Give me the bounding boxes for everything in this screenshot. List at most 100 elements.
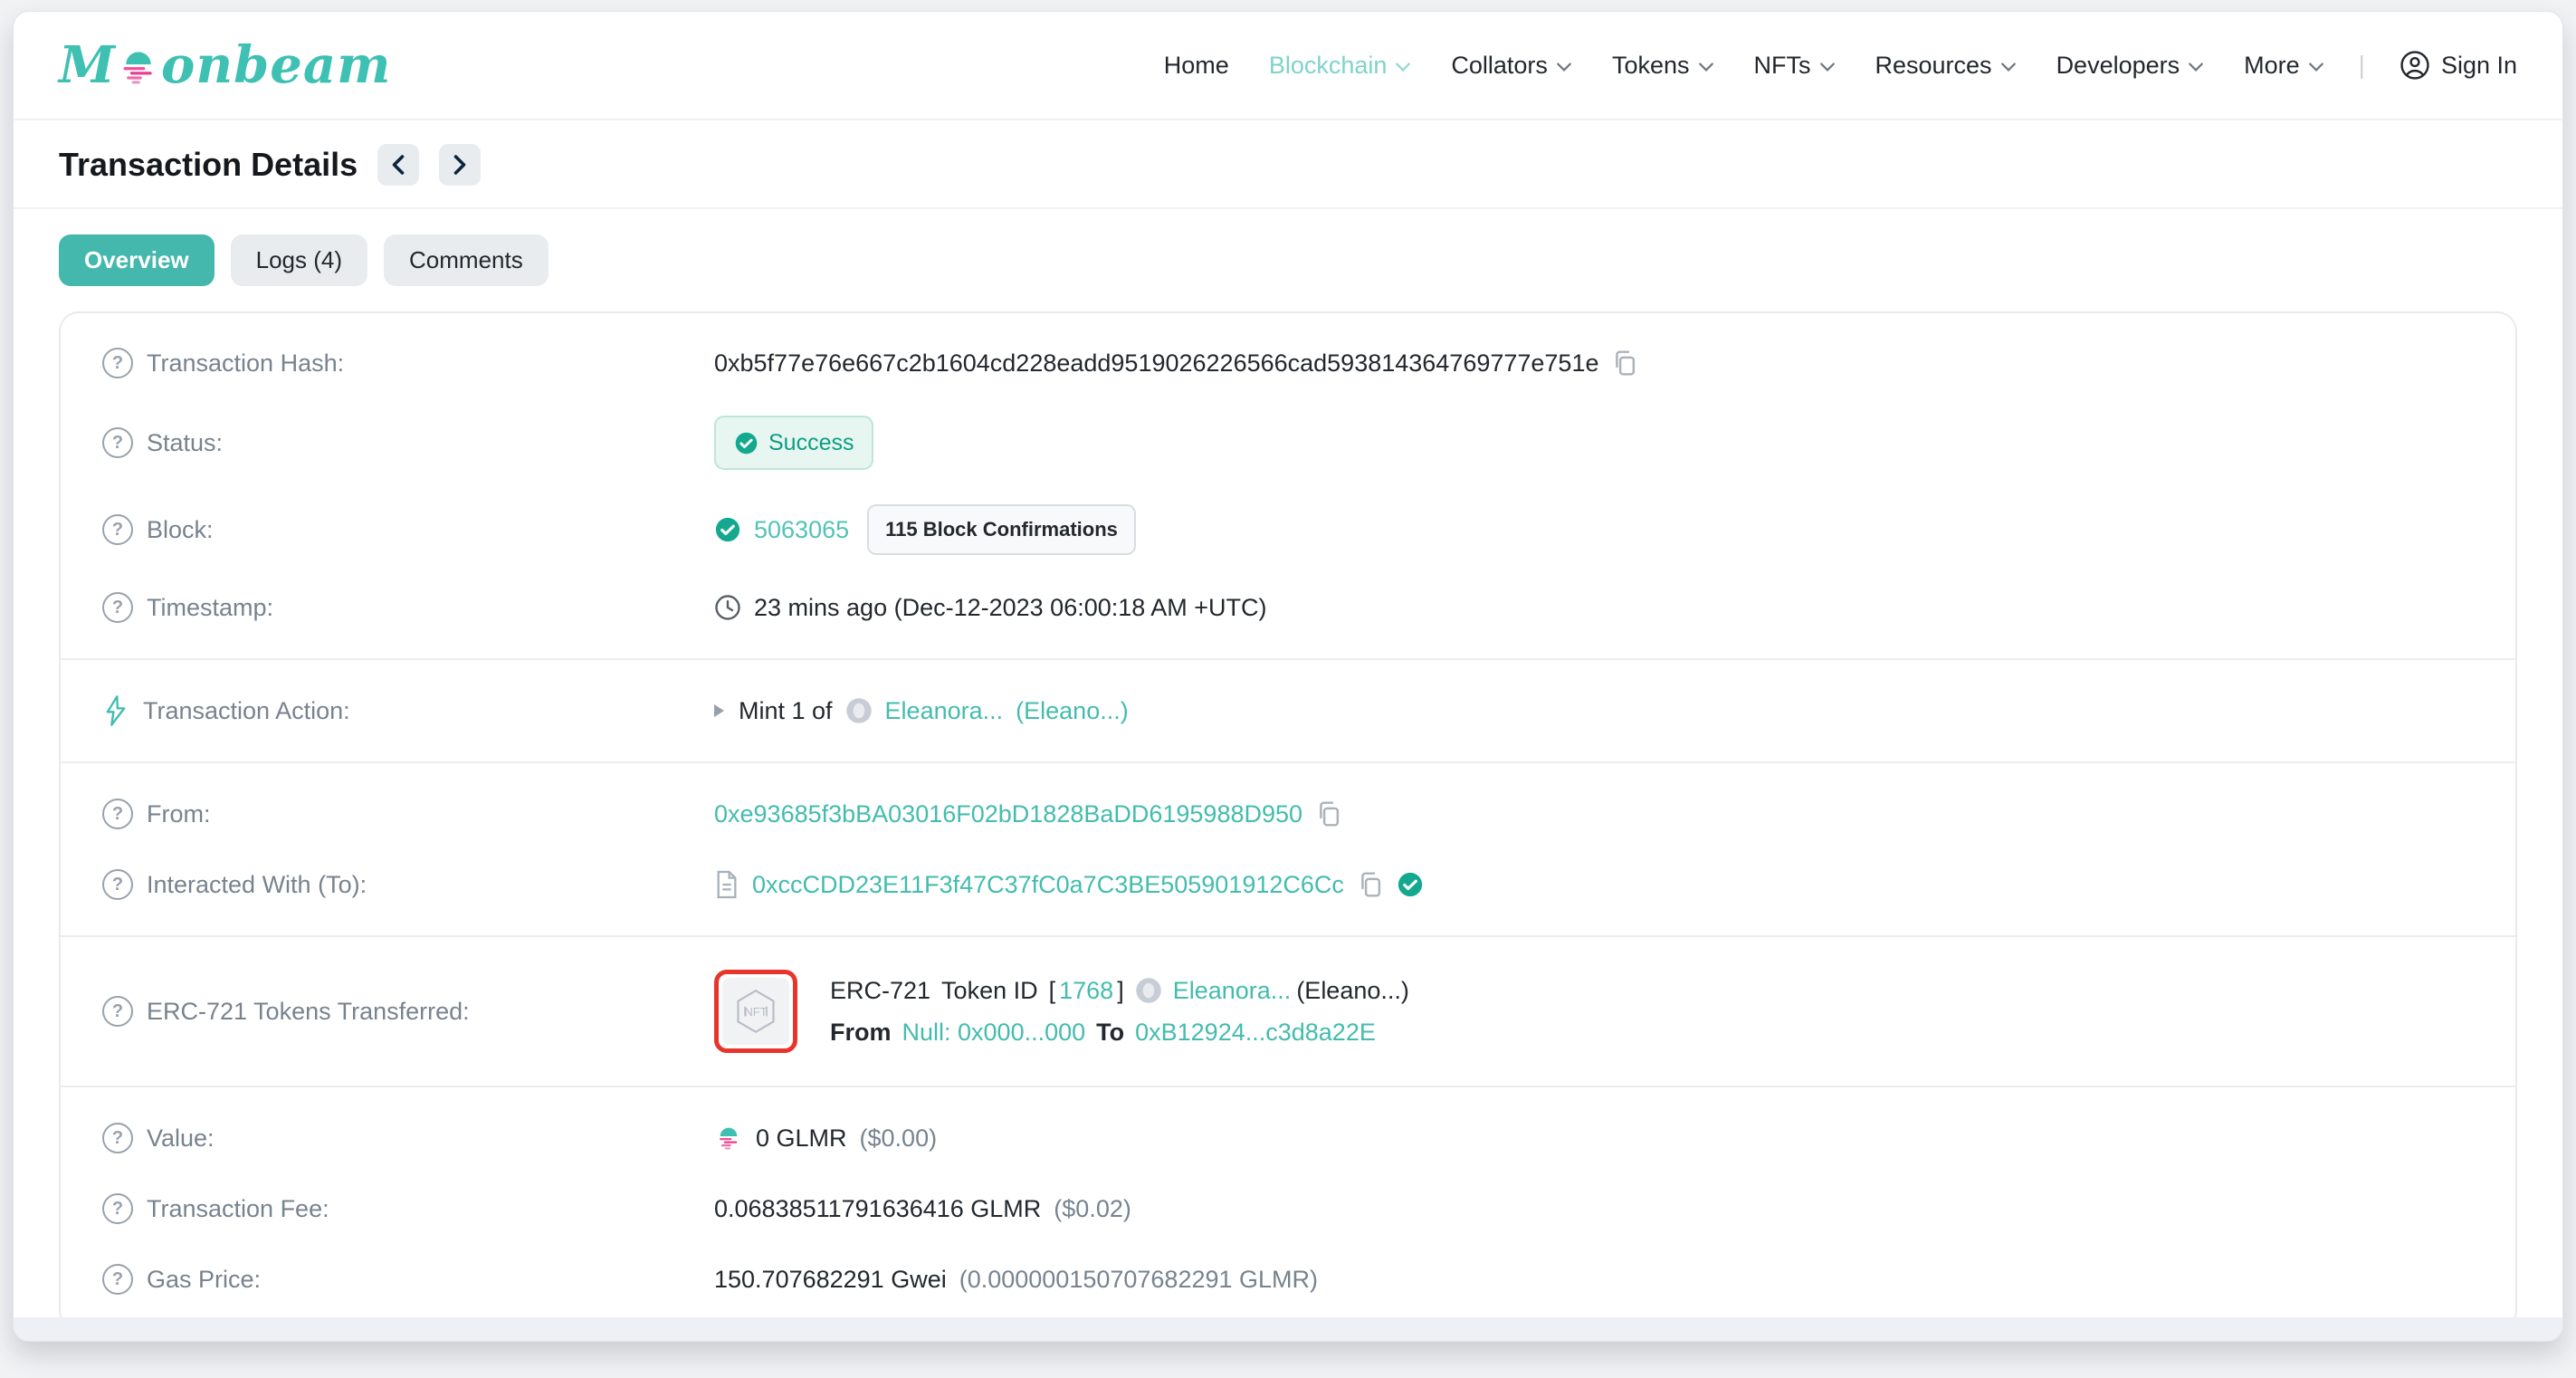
chevron-down-icon xyxy=(1698,62,1714,72)
row-value: 23 mins ago (Dec-12-2023 06:00:18 AM +UT… xyxy=(714,589,1267,626)
nav-blockchain[interactable]: Blockchain xyxy=(1269,52,1412,80)
row-label: Transaction Action: xyxy=(102,693,714,729)
moonrise-logo-icon xyxy=(118,46,159,86)
row-value: 0.06838511791636416 GLMR ($0.02) xyxy=(714,1191,1131,1227)
row-value: 150.707682291 Gwei (0.000000150707682291… xyxy=(714,1261,1318,1297)
value-row: ? Value: 0 GLMR ($0.00) xyxy=(102,1103,2474,1173)
timestamp-row: ? Timestamp: 23 mins ago (Dec-12-2023 06… xyxy=(102,572,2474,643)
action-token-symbol-link[interactable]: (Eleano...) xyxy=(1016,693,1129,729)
erc721-token-id-link[interactable]: 1768 xyxy=(1059,972,1113,1009)
help-icon[interactable]: ? xyxy=(102,869,133,900)
from-address-link[interactable]: 0xe93685f3bBA03016F02bD1828BaDD6195988D9… xyxy=(714,796,1302,832)
token-logo-icon xyxy=(845,697,873,724)
copy-icon xyxy=(1357,870,1384,899)
user-icon xyxy=(2399,50,2430,81)
logo-text-prefix: M xyxy=(59,39,116,91)
gas-price-glmr: (0.000000150707682291 GLMR) xyxy=(959,1261,1318,1297)
footer-band xyxy=(14,1317,2562,1341)
to-contract-address-link[interactable]: 0xccCDD23E11F3f47C37fC0a7C3BE505901912C6… xyxy=(752,866,1344,903)
caret-right-icon[interactable] xyxy=(714,704,724,717)
status-label: Status: xyxy=(147,425,223,461)
nav-developers[interactable]: Developers xyxy=(2056,52,2205,80)
chevron-right-icon xyxy=(452,154,468,176)
previous-transaction-button[interactable] xyxy=(377,144,419,186)
tab-overview[interactable]: Overview xyxy=(59,234,215,286)
nav-separator: | xyxy=(2359,51,2365,80)
erc721-transfers-row: ? ERC-721 Tokens Transferred: NFT xyxy=(102,952,2474,1070)
erc721-to-address-link[interactable]: 0xB12924...c3d8a22E xyxy=(1135,1014,1376,1050)
lightning-bolt-icon xyxy=(102,695,129,726)
bracket: [ xyxy=(1049,972,1056,1009)
copy-hash-button[interactable] xyxy=(1611,349,1638,378)
chevron-down-icon xyxy=(1395,62,1411,72)
bracket: ] xyxy=(1117,972,1124,1009)
check-circle-icon xyxy=(714,516,741,543)
erc721-transfer-text: ERC-721 Token ID [ 1768 ] Eleanora... (E… xyxy=(830,972,1409,1050)
section-divider xyxy=(61,658,2515,660)
row-label: ? Transaction Hash: xyxy=(102,345,714,381)
nav-nfts-label: NFTs xyxy=(1754,52,1811,80)
transaction-hash-value: 0xb5f77e76e667c2b1604cd228eadd9519026226… xyxy=(714,345,1598,381)
erc721-label: ERC-721 Tokens Transferred: xyxy=(147,993,470,1029)
help-icon[interactable]: ? xyxy=(102,1193,133,1224)
action-token-link[interactable]: Eleanora... xyxy=(885,693,1004,729)
help-icon[interactable]: ? xyxy=(102,348,133,378)
nav-home[interactable]: Home xyxy=(1164,52,1229,80)
section-divider xyxy=(61,761,2515,763)
tab-logs[interactable]: Logs (4) xyxy=(231,234,367,286)
nav-more-label: More xyxy=(2244,52,2300,80)
copy-from-address-button[interactable] xyxy=(1315,799,1342,828)
row-value: 5063065 115 Block Confirmations xyxy=(714,504,1136,555)
help-icon[interactable]: ? xyxy=(102,799,133,829)
tab-comments[interactable]: Comments xyxy=(384,234,549,286)
row-value: Success xyxy=(714,416,873,470)
status-badge-label: Success xyxy=(768,425,854,461)
row-value: 0xb5f77e76e667c2b1604cd228eadd9519026226… xyxy=(714,345,1638,381)
moonbeam-logo[interactable]: M onbeam xyxy=(59,39,391,91)
copy-icon xyxy=(1611,349,1638,378)
block-number-link[interactable]: 5063065 xyxy=(754,512,849,548)
chevron-left-icon xyxy=(390,154,406,176)
row-value: 0xe93685f3bBA03016F02bD1828BaDD6195988D9… xyxy=(714,796,1342,832)
status-row: ? Status: Success xyxy=(102,398,2474,487)
copy-to-address-button[interactable] xyxy=(1357,870,1384,899)
nav-nfts[interactable]: NFTs xyxy=(1754,52,1836,80)
row-label: ? Value: xyxy=(102,1120,714,1156)
app-window: M onbeam Home Blockchain xyxy=(13,11,2563,1342)
erc721-from-word: From xyxy=(830,1014,892,1050)
section-divider xyxy=(61,935,2515,937)
nav-collators[interactable]: Collators xyxy=(1451,52,1572,80)
nft-placeholder-thumbnail[interactable]: NFT xyxy=(722,978,789,1045)
row-label: ? Transaction Fee: xyxy=(102,1191,714,1227)
help-icon[interactable]: ? xyxy=(102,427,133,458)
nft-thumbnail-highlight-ring[interactable]: NFT xyxy=(714,970,797,1053)
section-divider xyxy=(61,1086,2515,1087)
next-transaction-button[interactable] xyxy=(439,144,481,186)
help-icon[interactable]: ? xyxy=(102,1123,133,1153)
nav-more[interactable]: More xyxy=(2244,52,2324,80)
help-icon[interactable]: ? xyxy=(102,996,133,1027)
nav-resources[interactable]: Resources xyxy=(1875,52,2017,80)
transaction-details-card: ? Transaction Hash: 0xb5f77e76e667c2b160… xyxy=(59,311,2517,1331)
nav-developers-label: Developers xyxy=(2056,52,2180,80)
sign-in-label: Sign In xyxy=(2441,52,2517,80)
erc721-token-name-link[interactable]: Eleanora... xyxy=(1173,972,1292,1009)
logo-text-suffix: onbeam xyxy=(161,39,391,91)
help-icon[interactable]: ? xyxy=(102,1264,133,1295)
nav-tokens[interactable]: Tokens xyxy=(1612,52,1714,80)
timestamp-label: Timestamp: xyxy=(147,589,273,626)
help-icon[interactable]: ? xyxy=(102,592,133,623)
chevron-down-icon xyxy=(1556,62,1572,72)
check-circle-icon xyxy=(734,431,758,455)
value-usd: ($0.00) xyxy=(860,1120,938,1156)
transaction-hash-row: ? Transaction Hash: 0xb5f77e76e667c2b160… xyxy=(102,328,2474,398)
interacted-with-row: ? Interacted With (To): 0xccCDD23E11F3f4… xyxy=(102,849,2474,920)
status-badge: Success xyxy=(714,416,873,470)
transaction-fee-label: Transaction Fee: xyxy=(147,1191,329,1227)
main-nav: Home Blockchain Collators Tokens NFTs xyxy=(1164,50,2517,81)
sign-in-button[interactable]: Sign In xyxy=(2399,50,2517,81)
erc721-from-address-link[interactable]: Null: 0x000...000 xyxy=(902,1014,1086,1050)
help-icon[interactable]: ? xyxy=(102,514,133,545)
transaction-action-row: Transaction Action: Mint 1 of Eleanora..… xyxy=(102,675,2474,746)
gas-price-label: Gas Price: xyxy=(147,1261,261,1297)
